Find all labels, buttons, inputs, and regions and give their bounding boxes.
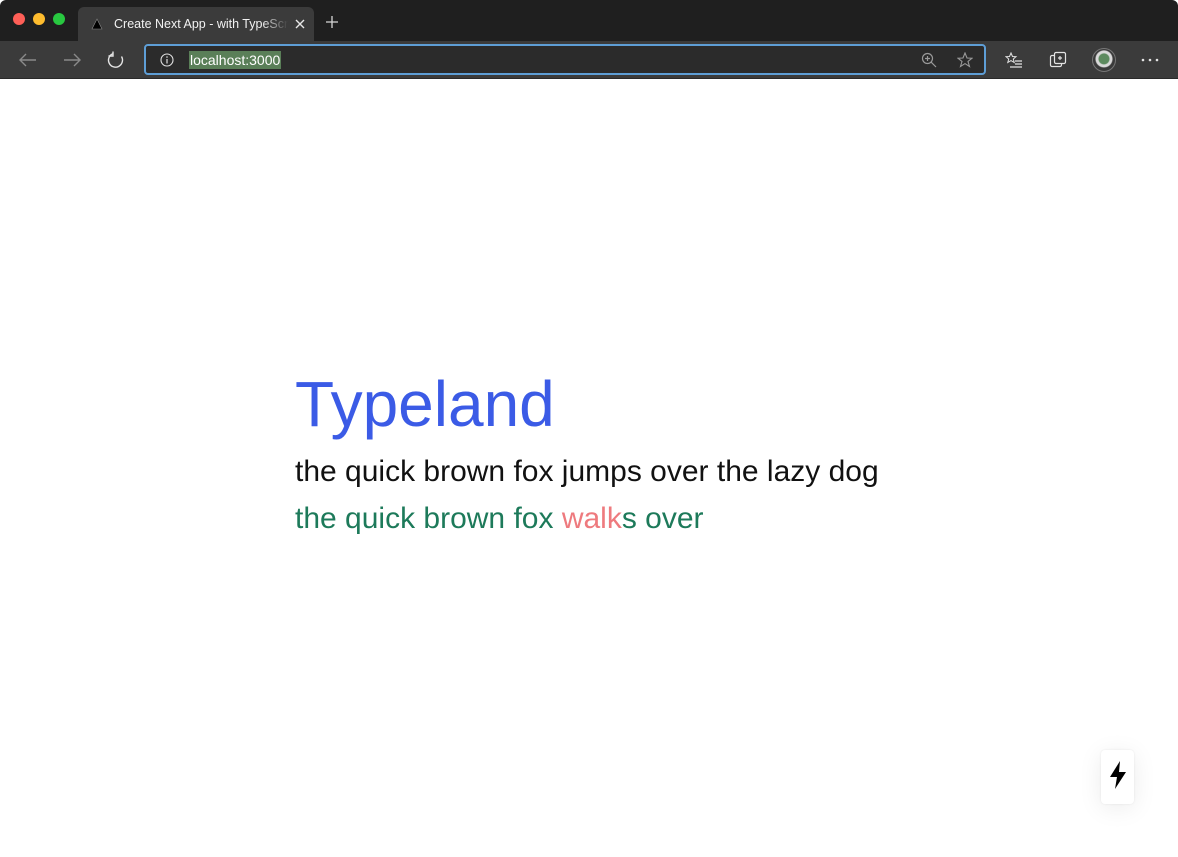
- nextjs-dev-indicator[interactable]: [1101, 750, 1134, 804]
- favorites-icon[interactable]: [1003, 49, 1025, 71]
- lightning-bolt-icon: [1108, 760, 1128, 795]
- minimize-window-button[interactable]: [33, 13, 45, 25]
- ellipsis-icon[interactable]: [1139, 49, 1161, 71]
- avatar[interactable]: [1092, 48, 1116, 72]
- zoom-in-icon[interactable]: [920, 51, 938, 69]
- tab-title: Create Next App - with TypeScript: [114, 17, 288, 31]
- arrow-left-icon[interactable]: [17, 49, 39, 71]
- plus-icon[interactable]: [323, 13, 341, 31]
- tab-strip: Create Next App - with TypeScript: [0, 0, 1178, 41]
- close-icon[interactable]: [292, 16, 308, 32]
- maximize-window-button[interactable]: [53, 13, 65, 25]
- browser-window: Create Next App - with TypeScript localh…: [0, 0, 1178, 857]
- collections-icon[interactable]: [1047, 49, 1069, 71]
- address-bar[interactable]: localhost:3000: [144, 44, 986, 75]
- star-icon[interactable]: [956, 51, 974, 69]
- info-icon[interactable]: [159, 52, 175, 68]
- page-content: Typeland the quick brown fox jumps over …: [0, 79, 1178, 857]
- nextjs-triangle-icon: [90, 17, 104, 31]
- typed-correct-after: s over: [621, 502, 704, 535]
- toolbar: localhost:3000: [0, 41, 1178, 79]
- target-text: the quick brown fox jumps over the lazy …: [295, 455, 879, 488]
- typed-correct-before: the quick brown fox: [295, 502, 562, 535]
- typed-text: the quick brown fox walks over: [295, 500, 704, 538]
- close-window-button[interactable]: [13, 13, 25, 25]
- page-title: Typeland: [295, 368, 555, 440]
- tab-active[interactable]: Create Next App - with TypeScript: [78, 7, 314, 41]
- arrow-right-icon[interactable]: [61, 49, 83, 71]
- refresh-icon[interactable]: [105, 49, 127, 71]
- typed-incorrect: walk: [561, 502, 622, 535]
- url-text[interactable]: localhost:3000: [189, 50, 282, 69]
